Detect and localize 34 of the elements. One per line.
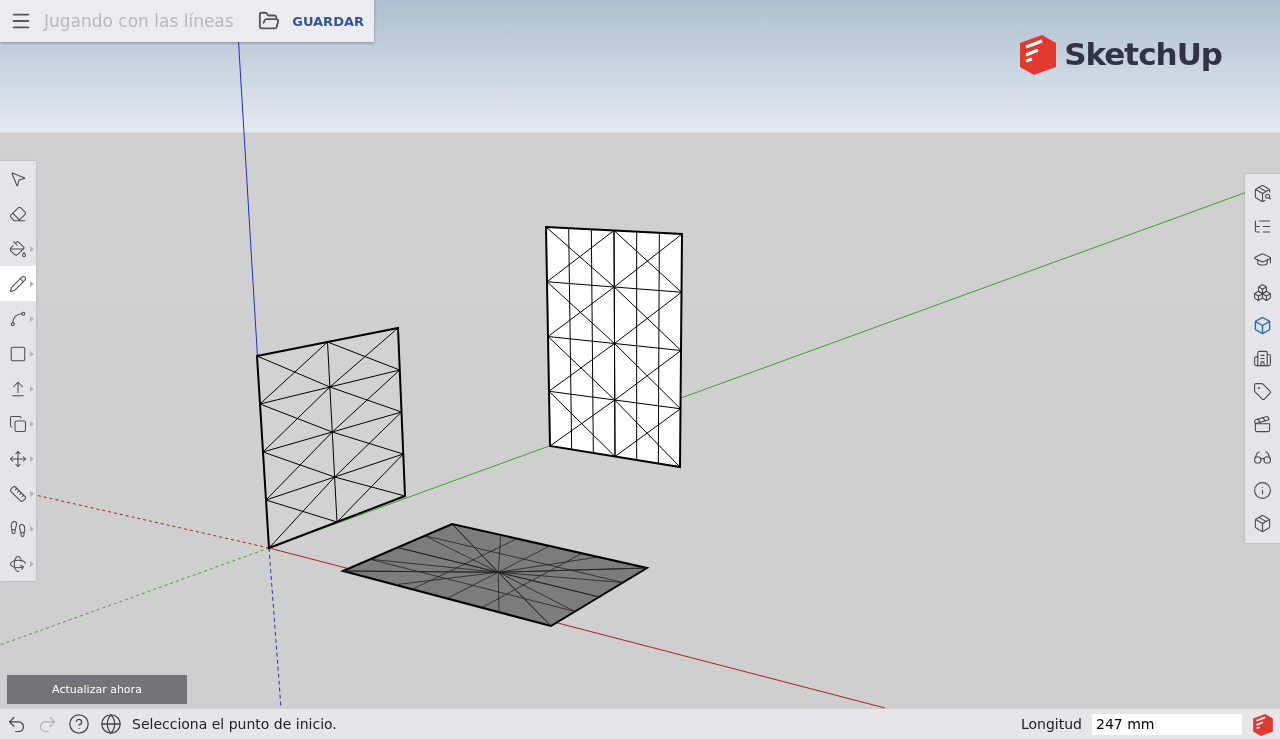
caret-icon [30,456,34,462]
status-message: Selecciona el punto de inicio. [132,716,338,732]
logo-icon [1018,33,1059,75]
eraser-icon [9,204,27,223]
rotate-icon [9,554,27,573]
square-icon [9,344,27,363]
caret-icon [30,386,34,392]
folder-icon[interactable] [258,10,281,32]
move-icon [9,449,27,468]
caret-icon [30,246,34,252]
arrow-up-icon [9,379,27,398]
ruler-icon [9,484,27,503]
update-button[interactable]: Actualizar ahora [7,675,187,704]
logo-icon [1252,712,1274,736]
caret-icon [30,526,34,532]
curve-icon [9,309,27,328]
save-button[interactable]: GUARDAR [292,13,364,29]
caret-icon [30,316,34,322]
caret-icon [30,351,34,357]
help-icon[interactable] [68,713,90,735]
pencil-icon [9,274,27,293]
measurement-field[interactable]: 247 mm [1092,713,1242,735]
logo-text: SketchUp [1064,36,1222,72]
caret-icon [30,421,34,427]
footprints-icon [9,519,27,538]
paint-bucket-icon [9,239,27,258]
caret-icon [30,561,34,567]
caret-icon [30,491,34,497]
tool-button[interactable] [0,266,36,301]
overlapping-squares-icon [9,414,27,433]
measurement-label: Longitud [1020,716,1082,732]
globe-icon[interactable] [100,713,122,735]
pointer-icon [9,169,27,188]
caret-icon [30,281,34,287]
